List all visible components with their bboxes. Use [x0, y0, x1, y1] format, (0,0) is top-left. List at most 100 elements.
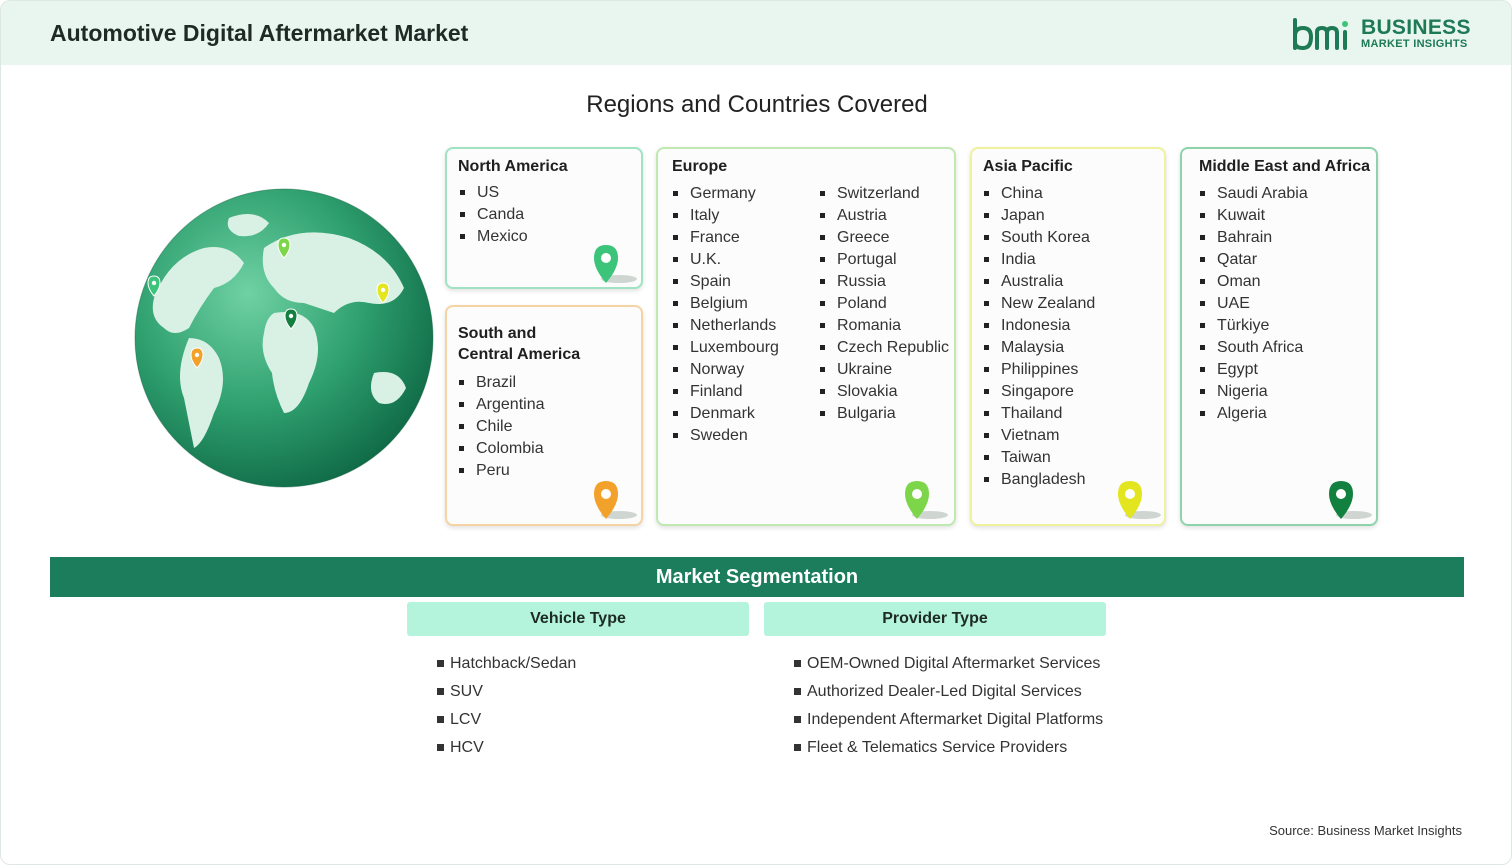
page-title: Automotive Digital Aftermarket Market	[50, 20, 469, 46]
list-item: Kuwait	[1200, 205, 1308, 227]
list-item: Greece	[820, 227, 949, 249]
region-card-asia-pacific: Asia Pacific China Japan South Korea Ind…	[970, 147, 1166, 526]
source-note: Source: Business Market Insights	[1269, 823, 1462, 838]
list-item: Belgium	[673, 293, 779, 315]
list-item: Netherlands	[673, 315, 779, 337]
list-item: LCV	[437, 710, 737, 730]
list-item: Colombia	[459, 438, 545, 460]
region-card-south-central-america: South and Central America Brazil Argenti…	[445, 305, 643, 526]
region-title-europe: Europe	[672, 158, 728, 175]
list-item: Independent Aftermarket Digital Platform…	[794, 710, 1112, 730]
region-list-middle-east-africa: Saudi Arabia Kuwait Bahrain Qatar Oman U…	[1200, 183, 1308, 425]
segmentation-bar: Market Segmentation	[50, 557, 1464, 597]
list-item: SUV	[437, 682, 737, 702]
segment-heading-vehicle-type: Vehicle Type	[407, 602, 749, 636]
list-item: Luxembourg	[673, 337, 779, 359]
region-list-europe-col2: Switzerland Austria Greece Portugal Russ…	[820, 183, 949, 425]
list-item: Czech Republic	[820, 337, 949, 359]
list-item: Bulgaria	[820, 403, 949, 425]
list-item: Spain	[673, 271, 779, 293]
list-item: Authorized Dealer-Led Digital Services	[794, 682, 1112, 702]
list-item: Romania	[820, 315, 949, 337]
list-item: Algeria	[1200, 403, 1308, 425]
list-item: U.K.	[673, 249, 779, 271]
list-item: Finland	[673, 381, 779, 403]
list-item: India	[984, 249, 1095, 271]
list-item: Oman	[1200, 271, 1308, 293]
list-item: Slovakia	[820, 381, 949, 403]
list-item: Norway	[673, 359, 779, 381]
list-item: Indonesia	[984, 315, 1095, 337]
bullet-square-icon	[437, 716, 444, 723]
list-item: Singapore	[984, 381, 1095, 403]
segment-list-provider-type: OEM-Owned Digital Aftermarket Services A…	[794, 654, 1112, 766]
list-item: Türkiye	[1200, 315, 1308, 337]
region-title-asia-pacific: Asia Pacific	[983, 158, 1073, 175]
bullet-square-icon	[794, 716, 801, 723]
regions-title: Regions and Countries Covered	[586, 91, 928, 118]
bmi-logo-icon	[1293, 18, 1348, 51]
globe-illustration	[134, 188, 434, 488]
list-item: New Zealand	[984, 293, 1095, 315]
list-item: Poland	[820, 293, 949, 315]
list-item: Italy	[673, 205, 779, 227]
region-title-line1: South and	[458, 325, 537, 342]
list-item: US	[460, 182, 528, 204]
region-list-south-central-america: Brazil Argentina Chile Colombia Peru	[459, 372, 545, 482]
segment-list-vehicle-type: Hatchback/Sedan SUV LCV HCV	[437, 654, 737, 766]
list-item: Saudi Arabia	[1200, 183, 1308, 205]
map-pin-north-america-icon	[594, 245, 637, 283]
list-item: Qatar	[1200, 249, 1308, 271]
region-title-middle-east-africa: Middle East and Africa	[1199, 158, 1370, 175]
list-item: Peru	[459, 460, 545, 482]
segment-heading-provider-type: Provider Type	[764, 602, 1106, 636]
list-item: Russia	[820, 271, 949, 293]
region-title-north-america: North America	[458, 158, 568, 175]
list-item: Chile	[459, 416, 545, 438]
bullet-square-icon	[437, 744, 444, 751]
list-item: Germany	[673, 183, 779, 205]
infographic: Automotive Digital Aftermarket Market BU…	[0, 0, 1512, 865]
list-item: Austria	[820, 205, 949, 227]
bullet-square-icon	[437, 660, 444, 667]
list-item: Malaysia	[984, 337, 1095, 359]
list-item: Canda	[460, 204, 528, 226]
list-item: South Africa	[1200, 337, 1308, 359]
bullet-square-icon	[437, 688, 444, 695]
list-item: Fleet & Telematics Service Providers	[794, 738, 1112, 758]
header-bar: Automotive Digital Aftermarket Market BU…	[1, 1, 1511, 65]
list-item: Egypt	[1200, 359, 1308, 381]
list-item: Switzerland	[820, 183, 949, 205]
region-title-south-central-america: South and Central America	[458, 323, 580, 365]
list-item: Argentina	[459, 394, 545, 416]
map-pin-south-america-icon	[594, 481, 637, 519]
list-item: Japan	[984, 205, 1095, 227]
list-item: Denmark	[673, 403, 779, 425]
list-item: Sweden	[673, 425, 779, 447]
region-list-north-america: US Canda Mexico	[460, 182, 528, 248]
logo-word-business: BUSINESS	[1361, 16, 1471, 39]
list-item: Brazil	[459, 372, 545, 394]
list-item: Australia	[984, 271, 1095, 293]
list-item: Vietnam	[984, 425, 1095, 447]
map-pin-middle-east-africa-icon	[1329, 481, 1372, 519]
region-card-europe: Europe Germany Italy France U.K. Spain B…	[656, 147, 956, 526]
region-title-line2: Central America	[458, 346, 581, 363]
list-item: OEM-Owned Digital Aftermarket Services	[794, 654, 1112, 674]
list-item: France	[673, 227, 779, 249]
region-list-europe-col1: Germany Italy France U.K. Spain Belgium …	[673, 183, 779, 447]
list-item: UAE	[1200, 293, 1308, 315]
list-item: Hatchback/Sedan	[437, 654, 737, 674]
map-pin-europe-icon	[905, 481, 948, 519]
list-item: Bahrain	[1200, 227, 1308, 249]
list-item: Nigeria	[1200, 381, 1308, 403]
logo-word-market-insights: MARKET INSIGHTS	[1361, 38, 1468, 50]
list-item: Thailand	[984, 403, 1095, 425]
list-item: Portugal	[820, 249, 949, 271]
list-item: Philippines	[984, 359, 1095, 381]
list-item: Mexico	[460, 226, 528, 248]
region-card-north-america: North America US Canda Mexico	[445, 147, 643, 289]
bullet-square-icon	[794, 688, 801, 695]
list-item: Taiwan	[984, 447, 1095, 469]
company-logo: BUSINESS MARKET INSIGHTS	[1291, 16, 1471, 52]
